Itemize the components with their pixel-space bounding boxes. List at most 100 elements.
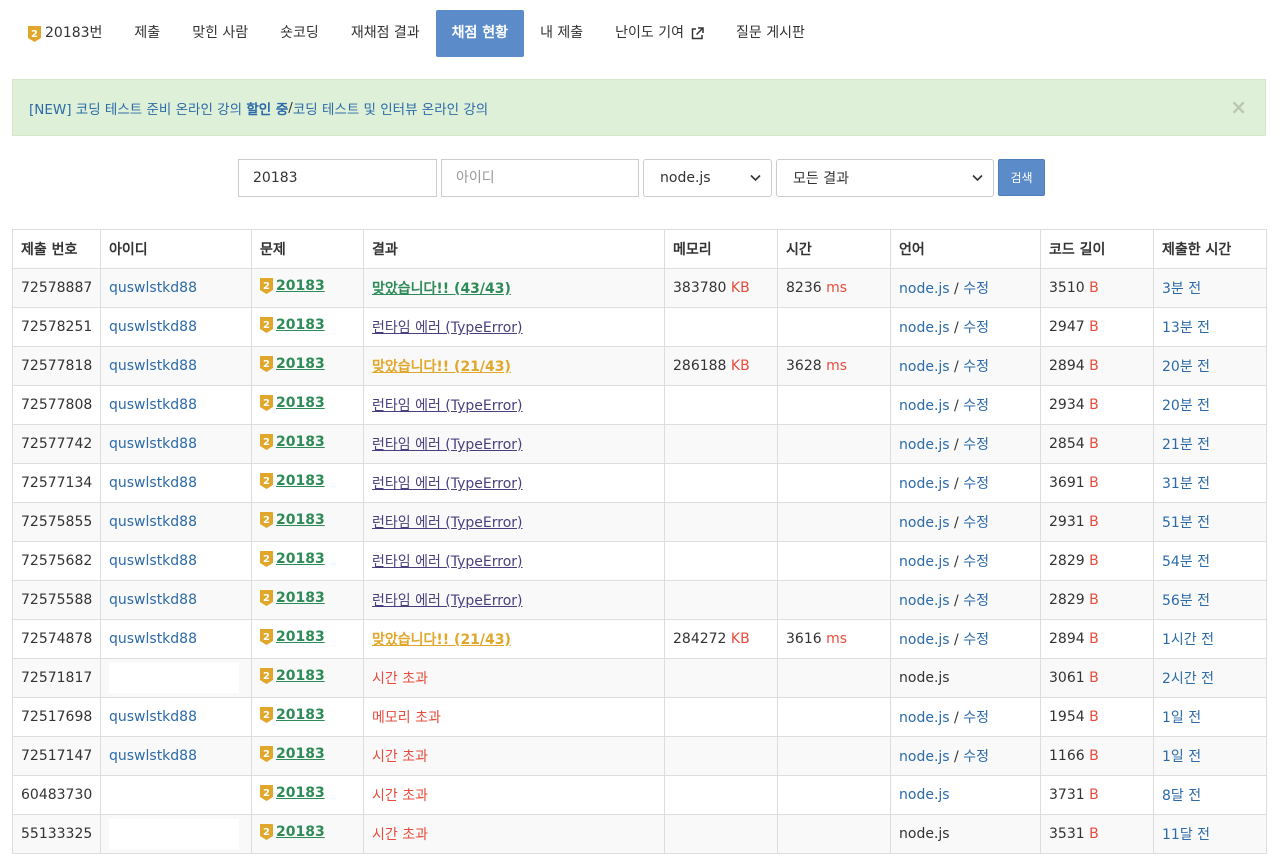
problem-link[interactable]: 2 20183 <box>260 512 325 528</box>
language-link[interactable]: node.js <box>899 593 950 609</box>
language-link[interactable]: node.js <box>899 437 950 453</box>
user-link[interactable]: quswlstkd88 <box>109 592 197 608</box>
submitted-time-link[interactable]: 3분 전 <box>1162 281 1201 297</box>
result-text[interactable]: 맞았습니다!! (43/43) <box>372 281 511 297</box>
result-select[interactable]: 모든 결과 <box>776 159 994 197</box>
edit-link[interactable]: 수정 <box>963 554 989 570</box>
edit-link[interactable]: 수정 <box>963 515 989 531</box>
language-link[interactable]: node.js <box>899 320 950 336</box>
user-link[interactable]: quswlstkd88 <box>109 631 197 647</box>
external-link-icon <box>691 27 704 40</box>
nav-question-board[interactable]: 질문 게시판 <box>720 10 821 57</box>
edit-link[interactable]: 수정 <box>963 359 989 375</box>
submission-id: 72575588 <box>12 580 101 620</box>
problem-link[interactable]: 2 20183 <box>260 356 325 372</box>
language-link[interactable]: node.js <box>899 476 950 492</box>
nav-difficulty-contribution[interactable]: 난이도 기여 <box>599 10 720 57</box>
result-text[interactable]: 런타임 에러 (TypeError) <box>372 593 523 609</box>
submitted-time-link[interactable]: 20분 전 <box>1162 359 1210 375</box>
language-link[interactable]: node.js <box>899 515 950 531</box>
submitted-time-cell: 54분 전 <box>1153 541 1267 581</box>
user-link[interactable]: quswlstkd88 <box>109 397 197 413</box>
result-text[interactable]: 런타임 에러 (TypeError) <box>372 476 523 492</box>
result-text[interactable]: 맞았습니다!! (21/43) <box>372 359 511 375</box>
submitted-time-link[interactable]: 21분 전 <box>1162 437 1210 453</box>
edit-link[interactable]: 수정 <box>963 476 989 492</box>
code-length-cell: 3691 B <box>1040 463 1154 503</box>
problem-link[interactable]: 2 20183 <box>260 551 325 567</box>
problem-link[interactable]: 2 20183 <box>260 785 325 801</box>
result-text[interactable]: 맞았습니다!! (21/43) <box>372 632 511 648</box>
edit-link[interactable]: 수정 <box>963 320 989 336</box>
user-link[interactable]: quswlstkd88 <box>109 358 197 374</box>
search-button[interactable]: 검색 <box>998 159 1045 196</box>
problem-link[interactable]: 2 20183 <box>260 434 325 450</box>
promo-link-coding-test[interactable]: [NEW] 코딩 테스트 준비 온라인 강의 할인 중 <box>29 98 288 118</box>
language-link[interactable]: node.js <box>899 554 950 570</box>
result-text[interactable]: 런타임 에러 (TypeError) <box>372 515 523 531</box>
user-id-input[interactable] <box>441 159 639 197</box>
nav-my-submissions[interactable]: 내 제출 <box>524 10 599 57</box>
user-link[interactable]: quswlstkd88 <box>109 553 197 569</box>
submitted-time-link[interactable]: 11달 전 <box>1162 827 1210 843</box>
nav-short-coding[interactable]: 숏코딩 <box>264 10 335 57</box>
user-link[interactable]: quswlstkd88 <box>109 748 197 764</box>
edit-link[interactable]: 수정 <box>963 632 989 648</box>
submitted-time-link[interactable]: 13분 전 <box>1162 320 1210 336</box>
table-row: 55133325 2 20183 시간 초과 node.js 3531 B 11달 전 <box>12 814 1267 854</box>
language-text[interactable]: node.js <box>899 787 950 803</box>
nav-problem-link[interactable]: 2 20183번 <box>12 10 118 57</box>
language-link[interactable]: node.js <box>899 398 950 414</box>
edit-link[interactable]: 수정 <box>963 749 989 765</box>
submitted-time-link[interactable]: 20분 전 <box>1162 398 1210 414</box>
language-link[interactable]: node.js <box>899 710 950 726</box>
submitted-time-link[interactable]: 2시간 전 <box>1162 671 1214 687</box>
edit-link[interactable]: 수정 <box>963 593 989 609</box>
nav-submit[interactable]: 제출 <box>118 10 176 57</box>
user-link[interactable]: quswlstkd88 <box>109 319 197 335</box>
problem-link[interactable]: 2 20183 <box>260 395 325 411</box>
problem-link[interactable]: 2 20183 <box>260 278 325 294</box>
edit-link[interactable]: 수정 <box>963 398 989 414</box>
promo-link-interview[interactable]: 코딩 테스트 및 인터뷰 온라인 강의 <box>293 98 488 118</box>
language-link[interactable]: node.js <box>899 749 950 765</box>
submitted-time-link[interactable]: 31분 전 <box>1162 476 1210 492</box>
user-link[interactable]: quswlstkd88 <box>109 514 197 530</box>
submitted-time-link[interactable]: 8달 전 <box>1162 788 1201 804</box>
language-link[interactable]: node.js <box>899 359 950 375</box>
user-link[interactable]: quswlstkd88 <box>109 436 197 452</box>
problem-link[interactable]: 2 20183 <box>260 707 325 723</box>
submitted-time-link[interactable]: 54분 전 <box>1162 554 1210 570</box>
problem-id-input[interactable] <box>238 159 437 197</box>
user-link[interactable]: quswlstkd88 <box>109 475 197 491</box>
submitted-time-link[interactable]: 56분 전 <box>1162 593 1210 609</box>
nav-rejudge-results[interactable]: 재채점 결과 <box>335 10 436 57</box>
result-text[interactable]: 런타임 에러 (TypeError) <box>372 554 523 570</box>
result-text[interactable]: 런타임 에러 (TypeError) <box>372 320 523 336</box>
problem-link[interactable]: 2 20183 <box>260 590 325 606</box>
nav-solved-users[interactable]: 맞힌 사람 <box>176 10 264 57</box>
submitted-time-link[interactable]: 1일 전 <box>1162 749 1201 765</box>
problem-link[interactable]: 2 20183 <box>260 824 325 840</box>
result-text[interactable]: 런타임 에러 (TypeError) <box>372 398 523 414</box>
edit-link[interactable]: 수정 <box>963 710 989 726</box>
submitted-time-link[interactable]: 1일 전 <box>1162 710 1201 726</box>
close-icon[interactable]: × <box>1230 94 1247 120</box>
problem-link[interactable]: 2 20183 <box>260 746 325 762</box>
user-link[interactable]: quswlstkd88 <box>109 709 197 725</box>
nav-status[interactable]: 채점 현황 <box>435 10 525 57</box>
problem-link[interactable]: 2 20183 <box>260 668 325 684</box>
language-link[interactable]: node.js <box>899 632 950 648</box>
problem-link[interactable]: 2 20183 <box>260 317 325 333</box>
problem-link[interactable]: 2 20183 <box>260 473 325 489</box>
submitted-time-link[interactable]: 1시간 전 <box>1162 632 1214 648</box>
edit-link[interactable]: 수정 <box>963 281 989 297</box>
language-select[interactable]: node.js <box>643 159 772 197</box>
edit-link[interactable]: 수정 <box>963 437 989 453</box>
user-link[interactable]: quswlstkd88 <box>109 280 197 296</box>
language-link[interactable]: node.js <box>899 281 950 297</box>
submitted-time-link[interactable]: 51분 전 <box>1162 515 1210 531</box>
result-text[interactable]: 런타임 에러 (TypeError) <box>372 437 523 453</box>
result-cell: 런타임 에러 (TypeError) <box>363 385 665 425</box>
problem-link[interactable]: 2 20183 <box>260 629 325 645</box>
